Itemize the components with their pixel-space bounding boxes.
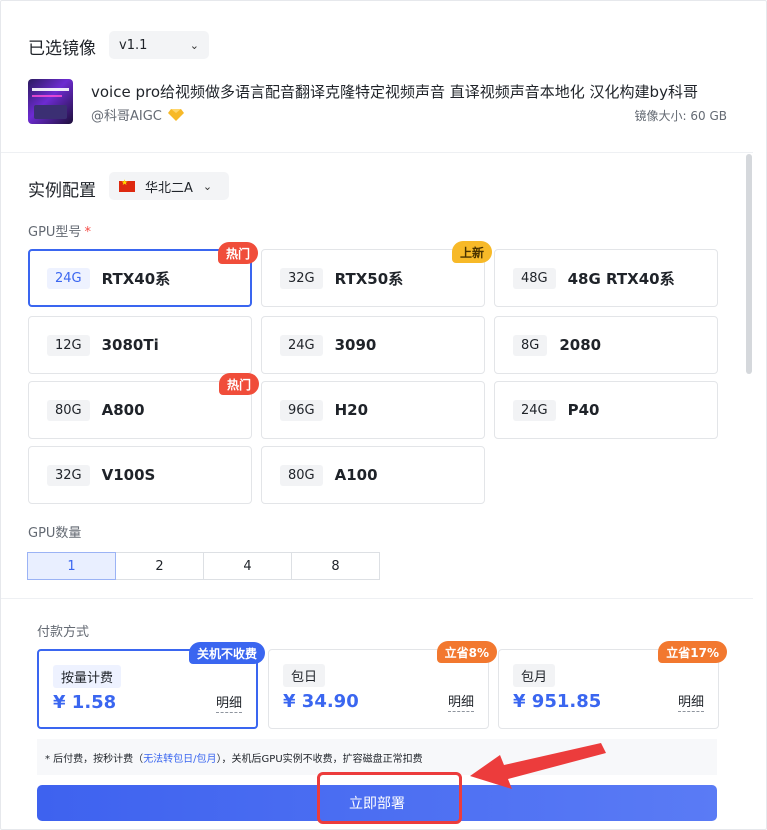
gpu-memory: 48G bbox=[513, 267, 556, 289]
region-value: 华北二A bbox=[145, 180, 193, 196]
gpu-count-label: GPU数量 bbox=[28, 526, 82, 541]
gpu-name: 48G RTX40系 bbox=[567, 269, 675, 288]
version-value: v1.1 bbox=[119, 37, 148, 53]
version-select[interactable]: v1.1 ⌄ bbox=[109, 31, 209, 59]
payment-badge: 立省17% bbox=[658, 641, 727, 663]
payment-detail-link[interactable]: 明细 bbox=[447, 695, 474, 712]
gpu-name: RTX40系 bbox=[101, 269, 171, 288]
gpu-name: P40 bbox=[567, 401, 600, 419]
image-title[interactable]: voice pro给视频做多语言配音翻译克隆特定视频声音 直译视频声音本地化 汉… bbox=[91, 81, 698, 102]
billing-note-highlight: 无法转包日/包月 bbox=[143, 753, 217, 765]
gpu-count-option[interactable]: 8 bbox=[291, 552, 380, 580]
gpu-count-option[interactable]: 4 bbox=[203, 552, 292, 580]
gpu-memory: 24G bbox=[513, 399, 556, 421]
payment-price: ¥ 1.58 bbox=[53, 692, 117, 713]
gpu-name: 3090 bbox=[334, 336, 377, 354]
chevron-down-icon: ⌄ bbox=[189, 38, 199, 52]
payment-price: ¥ 951.85 bbox=[513, 691, 602, 712]
payment-option-card[interactable]: 按量计费 ¥ 1.58 明细 关机不收费 bbox=[37, 642, 265, 729]
instance-config-title: 实例配置 bbox=[28, 181, 96, 201]
gpu-card[interactable]: 48G 48G RTX40系 bbox=[494, 249, 718, 307]
scrollbar-thumb[interactable] bbox=[746, 154, 752, 374]
gpu-card[interactable]: 24G RTX40系 热门 bbox=[28, 242, 258, 307]
payment-price: ¥ 34.90 bbox=[283, 691, 359, 712]
gpu-memory: 80G bbox=[280, 464, 323, 486]
gpu-card[interactable]: 24G 3090 bbox=[261, 316, 485, 374]
instance-config-section: 实例配置 华北二A ⌄ GPU型号* 24GRTX40系热门32GRTX50系上… bbox=[1, 154, 753, 598]
gpu-memory: 32G bbox=[47, 464, 90, 486]
gpu-memory: 24G bbox=[47, 267, 90, 289]
gpu-card[interactable]: 32G V100S bbox=[28, 446, 252, 504]
payment-option-card[interactable]: 包月 ¥ 951.85 明细 立省17% bbox=[498, 641, 727, 729]
gpu-name: H20 bbox=[334, 401, 369, 419]
payment-detail-link[interactable]: 明细 bbox=[215, 696, 242, 713]
gpu-card[interactable]: 80G A800 热门 bbox=[28, 373, 259, 439]
selected-image-section: 已选镜像 v1.1 ⌄ voice pro给视频做多语言配音翻译克隆特定视频声音… bbox=[1, 1, 753, 153]
selected-image-title: 已选镜像 bbox=[28, 39, 96, 59]
author-name: @科哥AIGC bbox=[91, 109, 162, 124]
image-size: 镜像大小: 60 GB bbox=[634, 109, 727, 123]
payment-detail-link[interactable]: 明细 bbox=[677, 695, 704, 712]
gpu-count-selector: 1248 bbox=[27, 552, 380, 580]
gpu-name: 3080Ti bbox=[101, 336, 159, 354]
region-select[interactable]: 华北二A ⌄ bbox=[109, 172, 229, 200]
gpu-card[interactable]: 8G 2080 bbox=[494, 316, 718, 374]
gpu-card[interactable]: 80G A100 bbox=[261, 446, 485, 504]
gpu-count-option[interactable]: 1 bbox=[27, 552, 116, 580]
gpu-name: RTX50系 bbox=[334, 269, 404, 288]
payment-badge: 立省8% bbox=[436, 641, 497, 663]
image-author: @科哥AIGC bbox=[91, 105, 184, 124]
gpu-count-option[interactable]: 2 bbox=[115, 552, 204, 580]
payment-mode: 按量计费 bbox=[53, 665, 122, 688]
payment-section: 付款方式 按量计费 ¥ 1.58 明细 关机不收费 包日 ¥ 34.90 明细 立省8% 包月 ¥… bbox=[1, 598, 753, 830]
required-mark: * bbox=[84, 225, 91, 240]
image-thumbnail bbox=[28, 79, 73, 124]
gpu-memory: 8G bbox=[513, 334, 548, 356]
gpu-memory: 96G bbox=[280, 399, 323, 421]
gpu-card[interactable]: 96G H20 bbox=[261, 381, 485, 439]
hot-badge: 热门 bbox=[217, 242, 258, 264]
deploy-panel: 已选镜像 v1.1 ⌄ voice pro给视频做多语言配音翻译克隆特定视频声音… bbox=[0, 0, 767, 830]
gpu-name: A800 bbox=[101, 401, 145, 419]
payment-badge: 关机不收费 bbox=[188, 642, 265, 664]
gpu-name: V100S bbox=[101, 466, 156, 484]
gpu-name: 2080 bbox=[559, 336, 602, 354]
diamond-icon bbox=[167, 108, 184, 121]
china-flag-icon bbox=[119, 178, 135, 192]
gpu-card[interactable]: 24G P40 bbox=[494, 381, 718, 439]
gpu-memory: 12G bbox=[47, 334, 90, 356]
hot-badge: 热门 bbox=[218, 373, 259, 395]
payment-title: 付款方式 bbox=[37, 625, 90, 640]
payment-mode: 包月 bbox=[513, 664, 556, 687]
gpu-card[interactable]: 12G 3080Ti bbox=[28, 316, 252, 374]
gpu-card[interactable]: 32G RTX50系 上新 bbox=[261, 241, 492, 307]
gpu-model-label: GPU型号 * bbox=[28, 225, 91, 240]
annotation-arrow-icon bbox=[470, 743, 606, 789]
new-badge: 上新 bbox=[451, 241, 492, 263]
gpu-name: A100 bbox=[334, 466, 378, 484]
payment-option-card[interactable]: 包日 ¥ 34.90 明细 立省8% bbox=[268, 641, 497, 729]
chevron-down-icon: ⌄ bbox=[202, 179, 213, 193]
payment-mode: 包日 bbox=[283, 664, 326, 687]
gpu-memory: 24G bbox=[280, 334, 323, 356]
gpu-memory: 32G bbox=[280, 267, 323, 289]
gpu-memory: 80G bbox=[47, 399, 90, 421]
